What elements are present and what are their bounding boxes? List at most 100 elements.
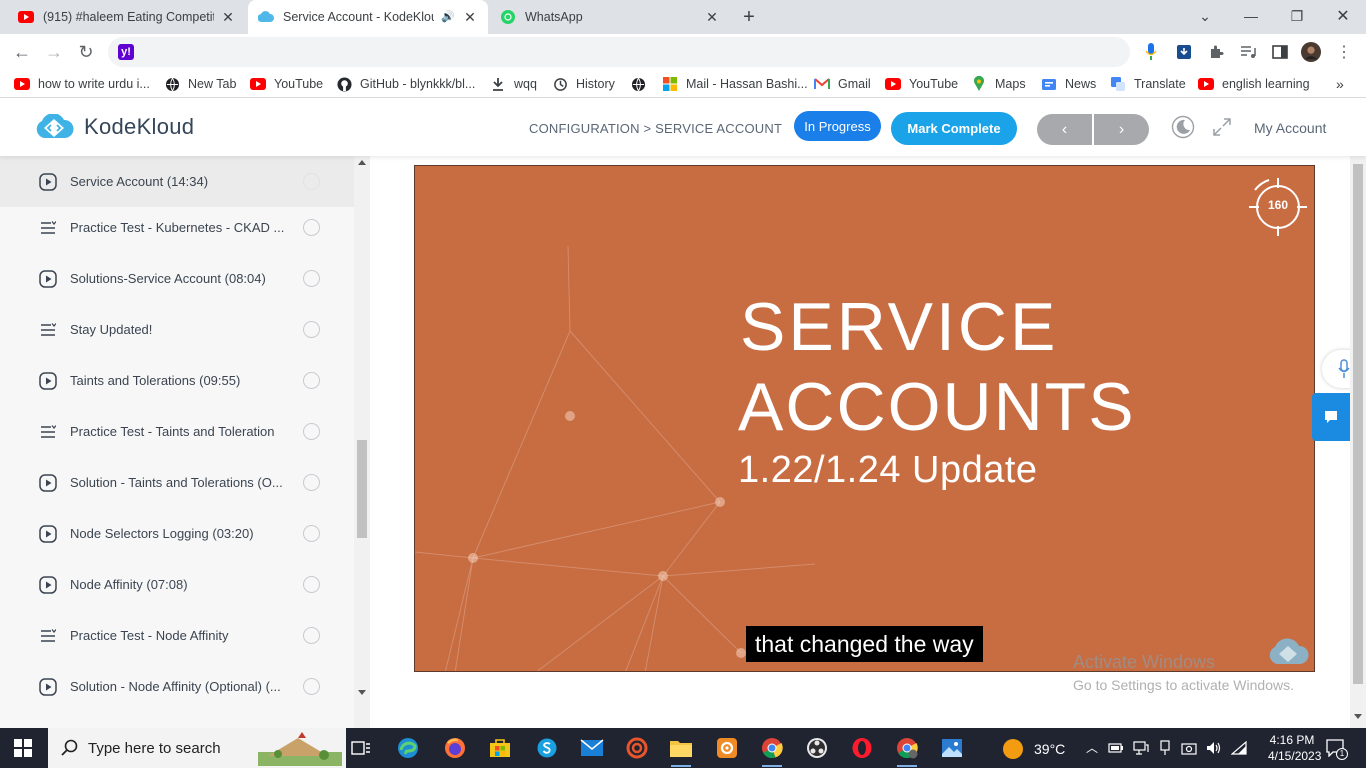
completion-circle[interactable] [303, 423, 320, 440]
bookmark-item[interactable]: News [1041, 74, 1096, 94]
scroll-up-arrow[interactable] [358, 160, 366, 165]
minimize-button[interactable]: — [1228, 0, 1274, 32]
forward-icon[interactable]: → [40, 38, 68, 66]
completion-circle[interactable] [303, 219, 320, 236]
chrome-profile-icon[interactable] [892, 734, 922, 767]
tab-kodekloud[interactable]: Service Account - KodeKloud 🔊 ✕ [248, 0, 488, 34]
volume-icon[interactable] [1206, 741, 1222, 755]
tab-search-icon[interactable]: ⌄ [1182, 0, 1228, 32]
lesson-item[interactable]: Practice Test - Taints and Toleration [0, 406, 354, 457]
bookmark-item[interactable]: how to write urdu i... [14, 74, 150, 94]
close-tab-icon[interactable]: ✕ [462, 9, 478, 25]
tray-expand-icon[interactable]: ︿ [1086, 739, 1098, 756]
file-explorer-icon[interactable] [666, 734, 696, 767]
chrome-icon[interactable] [757, 734, 787, 767]
bookmark-item[interactable]: Mail - Hassan Bashi... [662, 74, 808, 94]
bookmark-item[interactable]: YouTube [250, 74, 323, 94]
scroll-down-arrow[interactable] [358, 690, 366, 695]
completion-circle[interactable] [303, 627, 320, 644]
usb-device-icon[interactable] [1158, 739, 1172, 756]
lesson-item[interactable]: Solution - Node Affinity (Optional) (... [0, 661, 354, 712]
kodekloud-logo[interactable]: KodeKloud [34, 114, 194, 140]
fullscreen-icon[interactable] [1212, 117, 1232, 137]
sidebar-scrollbar[interactable] [354, 156, 370, 728]
bookmark-item[interactable]: Gmail [814, 74, 871, 94]
next-lesson-button[interactable]: › [1094, 114, 1149, 145]
skype-icon[interactable] [532, 734, 562, 762]
more-bookmarks-icon[interactable]: » [1336, 74, 1344, 94]
in-progress-button[interactable]: In Progress [794, 111, 881, 141]
bookmark-item[interactable]: YouTube [885, 74, 958, 94]
page-scroll-down-arrow[interactable] [1354, 714, 1362, 719]
weather-widget[interactable]: 39°C [1002, 738, 1065, 760]
dark-mode-icon[interactable] [1171, 115, 1195, 139]
page-scrollbar[interactable] [1350, 156, 1366, 728]
bookmark-item[interactable]: Translate [1110, 74, 1186, 94]
extensions-icon[interactable] [1206, 42, 1226, 62]
obs-icon[interactable] [802, 734, 832, 762]
video-player[interactable]: SERVICE ACCOUNTS 1.22/1.24 Update 160 th… [414, 165, 1315, 672]
snail-app-icon[interactable] [622, 734, 652, 762]
bookmark-item[interactable]: english learning [1198, 74, 1310, 94]
mark-complete-button[interactable]: Mark Complete [891, 112, 1017, 145]
firefox-icon[interactable] [440, 734, 470, 762]
notification-center-icon[interactable]: 1 [1326, 739, 1348, 760]
download-extension-icon[interactable] [1174, 42, 1194, 62]
bookmark-item[interactable] [630, 74, 654, 94]
completion-circle[interactable] [303, 173, 320, 190]
lesson-item[interactable]: Practice Test - Kubernetes - CKAD ... [0, 202, 354, 253]
tab-youtube[interactable]: (915) #haleem Eating Competitio ✕ [8, 0, 246, 34]
chat-icon[interactable] [1312, 393, 1350, 441]
profile-avatar[interactable] [1301, 42, 1321, 62]
lesson-item[interactable]: Practice Test - Node Affinity [0, 610, 354, 661]
bookmark-item[interactable]: GitHub - blynkkk/bl... [336, 74, 475, 94]
lesson-item[interactable]: Service Account (14:34) [0, 156, 354, 207]
camera-icon[interactable] [1181, 741, 1197, 755]
microphone-icon[interactable] [1141, 42, 1161, 62]
mail-icon[interactable] [577, 734, 607, 762]
lesson-item[interactable]: Node Selectors Logging (03:20) [0, 508, 354, 559]
lesson-item[interactable]: Solutions-Service Account (08:04) [0, 253, 354, 304]
completion-circle[interactable] [303, 576, 320, 593]
wifi-icon[interactable] [1231, 740, 1247, 755]
reload-icon[interactable]: ↻ [72, 38, 100, 66]
completion-circle[interactable] [303, 372, 320, 389]
completion-circle[interactable] [303, 321, 320, 338]
photos-icon[interactable] [937, 734, 967, 762]
opera-icon[interactable] [847, 734, 877, 762]
address-bar[interactable]: y! [108, 37, 1130, 67]
close-tab-icon[interactable]: ✕ [704, 9, 720, 25]
completion-circle[interactable] [303, 525, 320, 542]
completion-circle[interactable] [303, 678, 320, 695]
tab-whatsapp[interactable]: WhatsApp ✕ [490, 0, 730, 34]
network-adapter-icon[interactable] [1133, 740, 1149, 755]
taskbar-search-box[interactable]: Type here to search [48, 728, 346, 768]
microsoft-store-icon[interactable] [485, 734, 515, 762]
more-menu-icon[interactable]: ⋮ [1334, 42, 1354, 62]
completion-circle[interactable] [303, 270, 320, 287]
taskbar-clock[interactable]: 4:16 PM 4/15/2023 [1268, 732, 1321, 764]
windows-start-icon[interactable] [14, 739, 32, 757]
my-account-link[interactable]: My Account [1254, 120, 1326, 136]
side-panel-icon[interactable] [1270, 42, 1290, 62]
bookmark-item[interactable]: Maps [971, 74, 1026, 94]
settings-app-icon[interactable] [712, 734, 742, 762]
previous-lesson-button[interactable]: ‹ [1037, 114, 1092, 145]
edge-icon[interactable] [393, 734, 423, 762]
close-tab-icon[interactable]: ✕ [220, 9, 236, 25]
close-window-button[interactable]: ✕ [1320, 0, 1366, 32]
speaker-icon[interactable]: 🔊 [440, 9, 456, 25]
page-scroll-thumb[interactable] [1353, 164, 1363, 684]
task-view-icon[interactable] [346, 734, 376, 762]
bookmark-item[interactable]: wqq [490, 74, 537, 94]
battery-icon[interactable] [1108, 742, 1124, 754]
lesson-item[interactable]: Taints and Tolerations (09:55) [0, 355, 354, 406]
new-tab-button[interactable]: + [734, 0, 764, 34]
sidebar-scroll-thumb[interactable] [357, 440, 367, 538]
bookmark-item[interactable]: History [552, 74, 615, 94]
lesson-item[interactable]: Stay Updated! [0, 304, 354, 355]
lesson-item[interactable]: Solution - Taints and Tolerations (O... [0, 457, 354, 508]
media-control-icon[interactable] [1238, 42, 1258, 62]
restore-button[interactable]: ❐ [1274, 0, 1320, 32]
lesson-item[interactable]: Node Affinity (07:08) [0, 559, 354, 610]
